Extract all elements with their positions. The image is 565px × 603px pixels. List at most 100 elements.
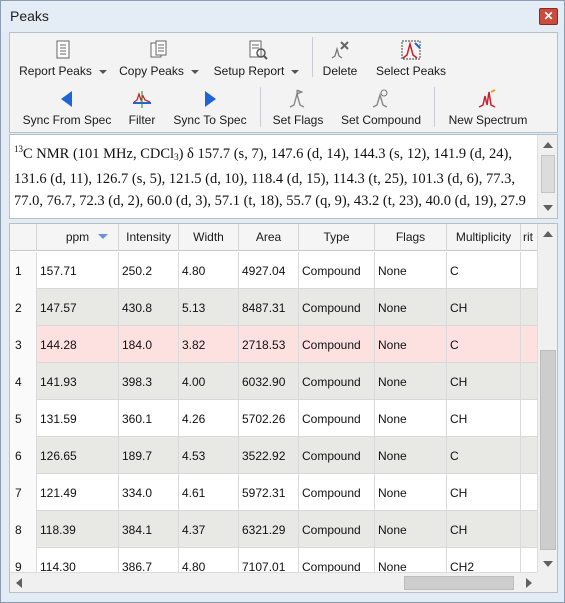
cell-area: 5702.26: [239, 400, 299, 437]
cell-ppm: 147.57: [37, 289, 119, 326]
nmr-scrollbar[interactable]: [537, 135, 557, 218]
table-vertical-scrollbar[interactable]: [537, 224, 557, 573]
cell-area: 4927.04: [239, 252, 299, 289]
row-number: 3: [10, 326, 37, 363]
select-peaks-icon: [401, 40, 421, 60]
cell-intensity: 189.7: [119, 437, 179, 474]
cell-area: 3522.92: [239, 437, 299, 474]
setup-report-button[interactable]: Setup Report: [207, 35, 306, 81]
cell-area: 6321.29: [239, 511, 299, 548]
setup-report-icon: [249, 40, 268, 60]
row-number: 8: [10, 511, 37, 548]
chevron-down-icon: [291, 69, 300, 74]
set-flags-button[interactable]: Set Flags: [266, 84, 330, 130]
select-peaks-label: Select Peaks: [375, 64, 447, 78]
table-row[interactable]: 6 126.65 189.7 4.53 3522.92 Compound None C: [10, 437, 538, 474]
toolbar-separator: [260, 87, 261, 127]
nmr-report-text: 13C NMR (101 MHz, CDCl3) δ 157.7 (s, 7),…: [14, 138, 534, 216]
cell-intensity: 184.0: [119, 326, 179, 363]
col-header-intensity[interactable]: Intensity: [119, 224, 179, 251]
set-flags-label: Set Flags: [272, 113, 324, 127]
cell-truncated: [521, 400, 538, 437]
scroll-right-icon[interactable]: [526, 578, 532, 588]
close-button[interactable]: ✕: [539, 8, 558, 25]
copy-peaks-label: Copy Peaks: [119, 64, 184, 78]
copy-peaks-button[interactable]: Copy Peaks: [116, 35, 202, 81]
cell-intensity: 360.1: [119, 400, 179, 437]
cell-type: Compound: [299, 326, 375, 363]
cell-intensity: 430.8: [119, 289, 179, 326]
chevron-down-icon: [98, 69, 107, 74]
cell-multiplicity: CH: [447, 511, 521, 548]
cell-ppm: 144.28: [37, 326, 119, 363]
scroll-thumb[interactable]: [540, 350, 556, 550]
col-header-ppm[interactable]: ppm: [37, 224, 119, 251]
cell-type: Compound: [299, 437, 375, 474]
cell-truncated: [521, 363, 538, 400]
toolbar-separator: [312, 37, 313, 77]
col-header-area[interactable]: Area: [239, 224, 299, 251]
cell-width: 5.13: [179, 289, 239, 326]
cell-intensity: 334.0: [119, 474, 179, 511]
nmr-report-box[interactable]: 13C NMR (101 MHz, CDCl3) δ 157.7 (s, 7),…: [9, 134, 558, 219]
sync-to-spec-button[interactable]: Sync To Spec: [166, 84, 254, 130]
table-row[interactable]: 5 131.59 360.1 4.26 5702.26 Compound None CH: [10, 400, 538, 437]
cell-ppm: 157.71: [37, 252, 119, 289]
filter-icon: [133, 91, 151, 108]
cell-width: 4.61: [179, 474, 239, 511]
cell-type: Compound: [299, 400, 375, 437]
cell-flags: None: [375, 437, 447, 474]
cell-multiplicity: C: [447, 437, 521, 474]
window-title: Peaks: [10, 8, 49, 24]
filter-button[interactable]: Filter: [122, 84, 162, 130]
col-header-width[interactable]: Width: [179, 224, 239, 251]
table-row[interactable]: 2 147.57 430.8 5.13 8487.31 Compound None CH: [10, 289, 538, 326]
cell-area: 6032.90: [239, 363, 299, 400]
col-header-flags[interactable]: Flags: [375, 224, 447, 251]
col-header-multiplicity[interactable]: Multiplicity: [447, 224, 521, 251]
table-row[interactable]: 8 118.39 384.1 4.37 6321.29 Compound None CH: [10, 511, 538, 548]
scroll-down-icon[interactable]: [543, 205, 553, 211]
scroll-up-icon[interactable]: [543, 142, 553, 148]
table-row[interactable]: 1 157.71 250.2 4.80 4927.04 Compound None C: [10, 252, 538, 289]
nmr-prefix: C NMR (101 MHz, CDCl: [23, 146, 175, 162]
cell-width: 4.26: [179, 400, 239, 437]
cell-flags: None: [375, 400, 447, 437]
row-number: 1: [10, 252, 37, 289]
new-spectrum-icon: [478, 89, 496, 108]
table-row[interactable]: 3 144.28 184.0 3.82 2718.53 Compound None C: [10, 326, 538, 363]
col-header-type[interactable]: Type: [299, 224, 375, 251]
cell-multiplicity: C: [447, 252, 521, 289]
report-peaks-button[interactable]: Report Peaks: [14, 35, 112, 81]
col-header-truncated[interactable]: rit: [521, 224, 538, 251]
scroll-left-icon[interactable]: [16, 578, 22, 588]
cell-truncated: [521, 437, 538, 474]
cell-multiplicity: CH: [447, 474, 521, 511]
table-row[interactable]: 7 121.49 334.0 4.61 5972.31 Compound None CH: [10, 474, 538, 511]
cell-multiplicity: CH: [447, 289, 521, 326]
sync-from-spec-button[interactable]: Sync From Spec: [14, 84, 120, 130]
cell-multiplicity: CH: [447, 363, 521, 400]
cell-ppm: 131.59: [37, 400, 119, 437]
scrollbar-corner: [537, 572, 557, 592]
table-horizontal-scrollbar[interactable]: [10, 572, 538, 592]
scroll-down-icon[interactable]: [543, 561, 553, 567]
new-spectrum-button[interactable]: New Spectrum: [440, 84, 536, 130]
sync-from-spec-label: Sync From Spec: [22, 113, 112, 127]
delete-label: Delete: [322, 64, 358, 78]
toolbar-separator: [434, 87, 435, 127]
cell-ppm: 118.39: [37, 511, 119, 548]
scroll-thumb[interactable]: [404, 576, 514, 590]
scroll-up-icon[interactable]: [543, 231, 553, 237]
cell-type: Compound: [299, 363, 375, 400]
delete-button[interactable]: Delete: [316, 35, 364, 81]
cell-intensity: 384.1: [119, 511, 179, 548]
table-row[interactable]: 4 141.93 398.3 4.00 6032.90 Compound None CH: [10, 363, 538, 400]
cell-type: Compound: [299, 511, 375, 548]
set-compound-button[interactable]: Set Compound: [334, 84, 428, 130]
cell-multiplicity: C: [447, 326, 521, 363]
cell-intensity: 398.3: [119, 363, 179, 400]
scroll-thumb[interactable]: [541, 155, 555, 193]
sort-descending-icon: [98, 234, 108, 239]
select-peaks-button[interactable]: Select Peaks: [368, 35, 454, 81]
